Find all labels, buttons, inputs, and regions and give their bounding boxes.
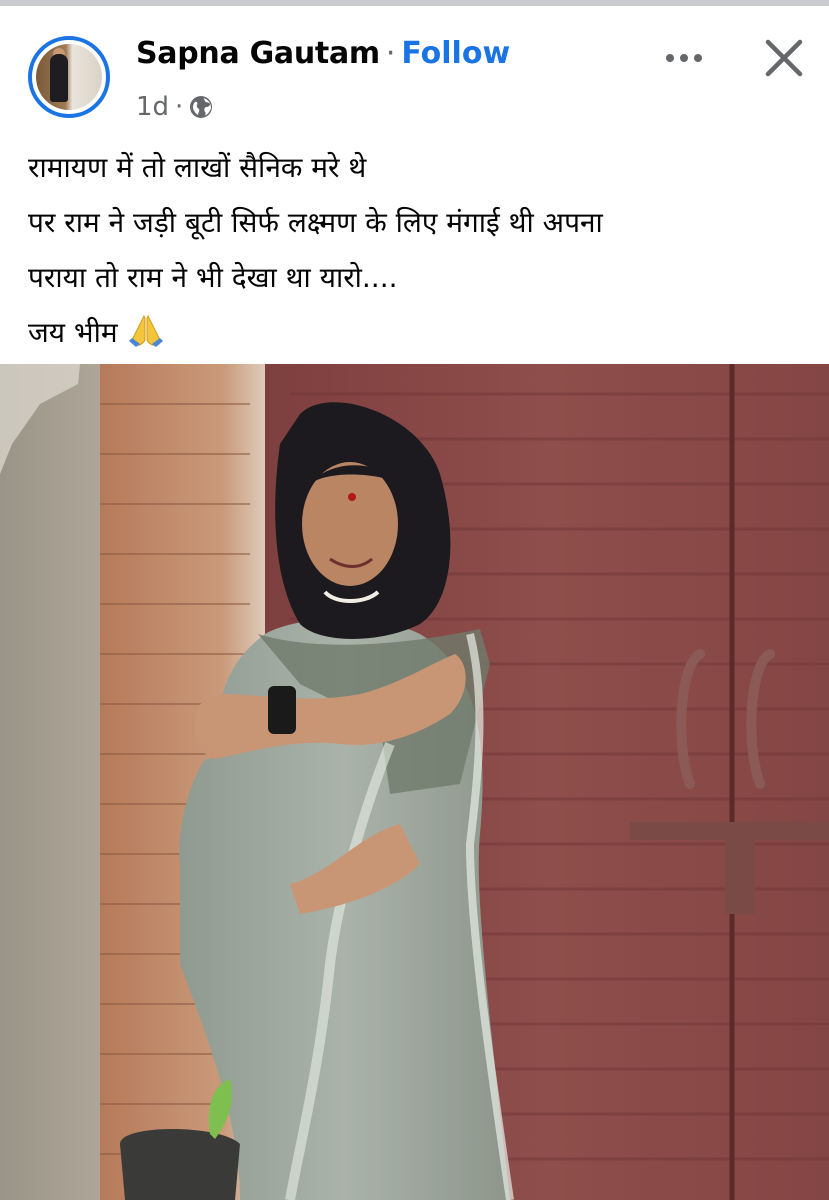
- avatar[interactable]: [28, 36, 110, 118]
- post-text-line-1: रामायण में तो लाखों सैनिक मरे थे: [28, 151, 367, 184]
- post-meta: 1d ·: [136, 92, 213, 122]
- follow-button[interactable]: Follow: [401, 36, 510, 71]
- post-text-line-4: जय भीम: [28, 305, 808, 360]
- avatar-photo: [36, 44, 102, 110]
- post-header: Sapna Gautam · Follow 1d ·: [0, 6, 829, 126]
- post-text-line-3: पराया तो राम ने भी देखा था यारो....: [28, 261, 398, 294]
- more-horizontal-icon[interactable]: [662, 46, 706, 70]
- close-icon[interactable]: [762, 36, 806, 80]
- meta-separator: ·: [175, 92, 184, 122]
- post-text: रामायण में तो लाखों सैनिक मरे थे पर राम …: [28, 140, 808, 360]
- photo-scene: [0, 364, 829, 1200]
- post-photo[interactable]: [0, 364, 829, 1200]
- globe-icon[interactable]: [189, 95, 213, 119]
- folded-hands-icon: [128, 314, 163, 347]
- author-name[interactable]: Sapna Gautam: [136, 36, 380, 71]
- post-text-line-4-text: जय भीम: [28, 316, 118, 349]
- post-timestamp[interactable]: 1d: [136, 92, 169, 122]
- avatar-figure: [50, 54, 68, 102]
- author-row: Sapna Gautam · Follow: [136, 36, 510, 71]
- name-separator: ·: [385, 36, 396, 71]
- post-text-line-2: पर राम ने जड़ी बूटी सिर्फ लक्ष्मण के लिए…: [28, 206, 603, 239]
